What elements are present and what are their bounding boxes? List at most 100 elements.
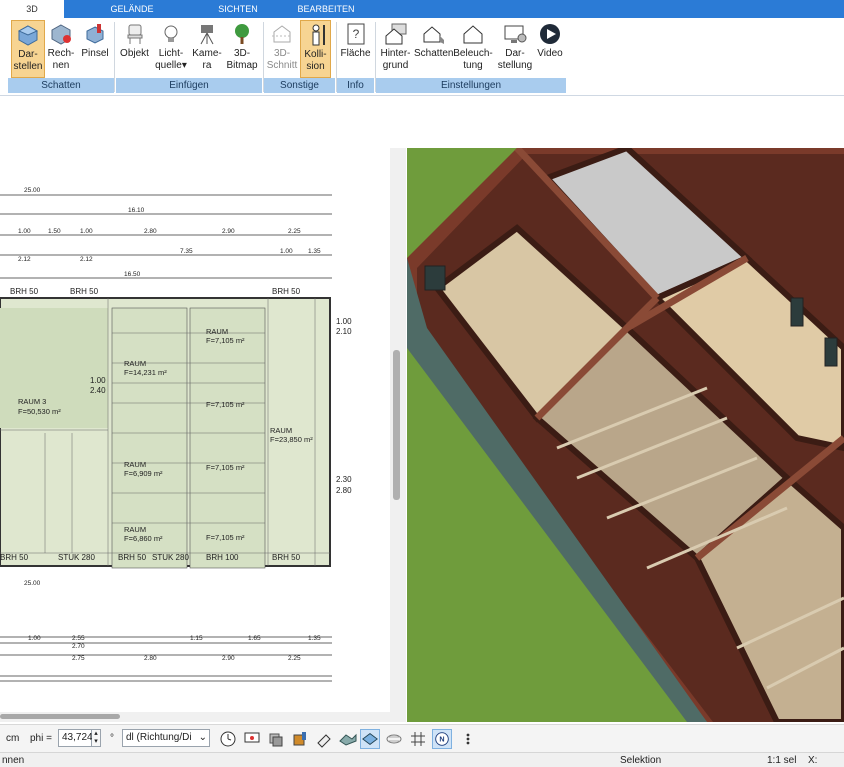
video-label: Video bbox=[537, 48, 563, 59]
room-name: RAUM bbox=[206, 327, 228, 336]
3d-view[interactable] bbox=[407, 148, 844, 722]
3d-schnitt-button[interactable]: 3D- Schnitt bbox=[266, 20, 298, 78]
kollision-button[interactable]: Kolli- sion bbox=[300, 20, 331, 78]
chevron-down-icon: ⌄ bbox=[198, 732, 207, 743]
rechnen-label-2: nen bbox=[52, 60, 70, 71]
brh-label: BRH 50 bbox=[272, 553, 301, 562]
objekt-label-1: Objekt bbox=[120, 48, 149, 59]
brush-icon bbox=[86, 24, 104, 44]
dim-label: 1.00 bbox=[80, 228, 93, 235]
lichtquelle-button[interactable]: Licht- quelle▾ bbox=[154, 20, 188, 78]
more-options-icon[interactable] bbox=[458, 729, 478, 749]
room-area: F=14,231 m² bbox=[124, 368, 167, 377]
room-area: F=7,105 m² bbox=[206, 336, 245, 345]
dim-label: 2.25 bbox=[288, 655, 301, 662]
grid-icon[interactable] bbox=[408, 729, 428, 749]
hintergrund-button[interactable]: Hinter- grund bbox=[378, 20, 413, 78]
degree-label: ° bbox=[110, 733, 114, 744]
3d-house-render bbox=[407, 148, 844, 722]
tab-gelaende[interactable]: GELÄNDE bbox=[90, 0, 174, 18]
lichtquelle-label-2: quelle bbox=[155, 60, 182, 71]
flaeche-button[interactable]: ? Fläche bbox=[339, 20, 372, 78]
kamera-label-1: Kame- bbox=[192, 48, 222, 59]
kamera-button[interactable]: Kame- ra bbox=[192, 20, 222, 78]
dim-label: 2.12 bbox=[80, 256, 93, 263]
flaeche-label-1: Fläche bbox=[340, 48, 371, 59]
video-button[interactable]: Video bbox=[535, 20, 565, 78]
dim-label: 1.50 bbox=[48, 228, 61, 235]
room-area: F=50,530 m² bbox=[18, 407, 61, 416]
opening-label: 1.00 bbox=[90, 376, 106, 385]
tab-3d[interactable]: 3D bbox=[0, 0, 64, 18]
dim-label: 1.15 bbox=[190, 635, 203, 642]
phi-input[interactable]: 43,724 bbox=[58, 729, 93, 747]
dim-label: 2.90 bbox=[222, 655, 235, 662]
dim-label: 16.10 bbox=[128, 207, 145, 214]
dropdown-arrow-icon[interactable]: ▾ bbox=[182, 60, 187, 71]
phi-spinner[interactable]: ▴ ▾ bbox=[92, 729, 101, 747]
room-name: RAUM bbox=[270, 426, 292, 435]
opening-label: 2.80 bbox=[336, 486, 352, 495]
room-area: F=23,850 m² bbox=[270, 435, 313, 444]
3d-schnitt-label-2: Schnitt bbox=[266, 60, 298, 71]
direction-select[interactable]: dl (Richtung/Di ⌄ bbox=[122, 729, 210, 747]
brh-label: STUK 280 bbox=[58, 553, 95, 562]
beleuchtung-button[interactable]: Beleuch- tung bbox=[453, 20, 493, 78]
status-mode: Selektion bbox=[620, 755, 662, 766]
dim-label: 1.35 bbox=[308, 248, 321, 255]
house-background-icon bbox=[385, 23, 406, 45]
window bbox=[424, 265, 446, 291]
hintergrund-label-1: Hinter- bbox=[380, 48, 411, 59]
presentation-icon[interactable] bbox=[242, 729, 262, 749]
dim-label: 1.65 bbox=[248, 635, 261, 642]
brh-label: BRH 50 bbox=[0, 553, 29, 562]
eraser-icon[interactable] bbox=[314, 729, 334, 749]
room-area: F=6,909 m² bbox=[124, 469, 163, 478]
brh-label: BRH 50 bbox=[10, 287, 39, 296]
schatten-settings-label: Schatten bbox=[414, 48, 454, 59]
cube-render-icon bbox=[17, 25, 39, 46]
status-x-coordinate: X: bbox=[808, 755, 818, 766]
hatch-icon[interactable] bbox=[384, 729, 404, 749]
objekt-button[interactable]: Objekt bbox=[118, 20, 151, 78]
unit-label: cm bbox=[6, 733, 20, 744]
pinsel-button[interactable]: Pinsel bbox=[80, 20, 110, 78]
floor-plane-icon[interactable] bbox=[360, 729, 380, 749]
darstellen-button[interactable]: Dar- stellen bbox=[11, 20, 45, 78]
plan-vertical-scroll-thumb[interactable] bbox=[393, 350, 400, 500]
tab-bearbeiten[interactable]: BEARBEITEN bbox=[284, 0, 368, 18]
brh-label: BRH 50 bbox=[70, 287, 99, 296]
darstellung-button[interactable]: Dar- stellung bbox=[496, 20, 534, 78]
dim-label: 2.55 bbox=[72, 635, 85, 642]
floor-plan-view[interactable]: 25.00 16.10 1.00 1.50 1.00 7.35 2.80 2.9… bbox=[0, 148, 390, 722]
plan-horizontal-scroll-thumb[interactable] bbox=[0, 714, 120, 719]
dim-label: 2.70 bbox=[72, 643, 85, 650]
status-left-text: nnen bbox=[2, 755, 25, 766]
lichtquelle-label-1: Licht- bbox=[158, 48, 184, 59]
svg-text:?: ? bbox=[352, 27, 359, 41]
opening-label: 1.00 bbox=[336, 317, 352, 326]
layers-icon[interactable] bbox=[266, 729, 286, 749]
ribbon: Dar- stellen Rech- nen Pinsel Objekt Lic… bbox=[0, 18, 844, 96]
group-label-sonstige: Sonstige bbox=[264, 78, 335, 93]
schatten-settings-button[interactable]: Schatten bbox=[414, 20, 454, 78]
light-bulb-icon bbox=[164, 25, 178, 42]
material-icon[interactable] bbox=[338, 729, 358, 749]
rechnen-button[interactable]: Rech- nen bbox=[46, 20, 76, 78]
tab-sichten[interactable]: SICHTEN bbox=[196, 0, 280, 18]
paint-object-icon[interactable] bbox=[290, 729, 310, 749]
area-info-icon: ? bbox=[347, 23, 364, 45]
room-name: RAUM bbox=[124, 359, 146, 368]
north-arrow-icon[interactable]: N bbox=[432, 729, 452, 749]
group-label-einstellungen: Einstellungen bbox=[376, 78, 566, 93]
3d-bitmap-label-2: Bitmap bbox=[226, 60, 258, 71]
dim-label: 2.25 bbox=[288, 228, 301, 235]
dim-label: 2.75 bbox=[72, 655, 85, 662]
status-scale: 1:1 sel bbox=[767, 755, 797, 766]
room-name: RAUM bbox=[124, 460, 146, 469]
3d-bitmap-button[interactable]: 3D- Bitmap bbox=[224, 20, 260, 78]
house-light-icon bbox=[463, 25, 483, 44]
clock-icon[interactable] bbox=[218, 729, 238, 749]
person-collision-icon bbox=[312, 24, 325, 46]
bottom-toolbar: cm phi = 43,724 ▴ ▾ ° dl (Richtung/Di ⌄ N bbox=[0, 724, 844, 752]
